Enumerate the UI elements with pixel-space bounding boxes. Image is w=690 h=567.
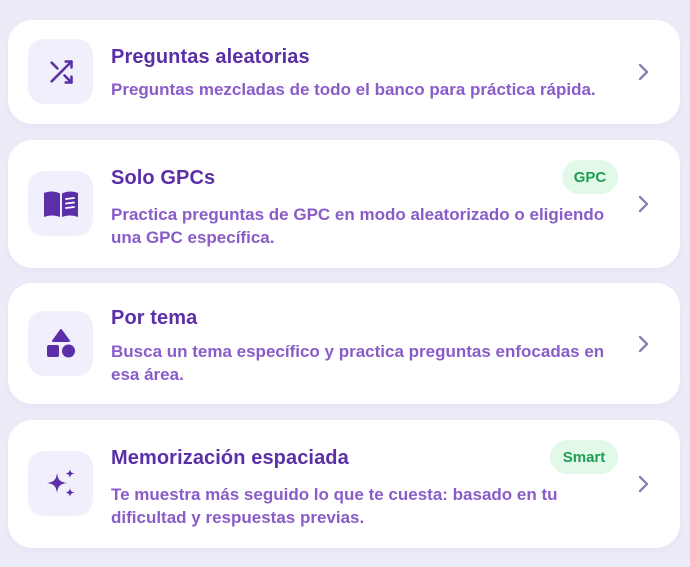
option-card-by-topic[interactable]: Por tema Busca un tema específico y prac… [8, 283, 680, 404]
option-icon-tile [28, 311, 93, 376]
chevron-right-icon [636, 335, 650, 353]
chevron-right-icon [636, 63, 650, 81]
option-title: Memorización espaciada [111, 447, 349, 469]
option-card-random-questions[interactable]: Preguntas aleatorias Preguntas mezcladas… [8, 20, 680, 124]
option-description: Practica preguntas de GPC en modo aleato… [111, 205, 605, 247]
shuffle-icon [49, 59, 73, 84]
option-icon-tile [28, 39, 93, 104]
smart-badge: Smart [550, 440, 618, 474]
option-card-spaced-repetition[interactable]: Memorización espaciada Smart Te muestra … [8, 420, 680, 548]
option-description: Busca un tema específico y practica preg… [111, 342, 605, 384]
shapes-icon [46, 328, 75, 357]
option-description: Te muestra más seguido lo que te cuesta:… [111, 485, 558, 527]
option-title: Por tema [111, 307, 198, 329]
option-icon-tile [28, 451, 93, 516]
book-icon [43, 191, 78, 217]
chevron-right-icon [636, 195, 650, 213]
option-icon-tile [28, 171, 93, 236]
option-title: Preguntas aleatorias [111, 46, 310, 68]
option-title: Solo GPCs [111, 167, 216, 189]
option-description: Preguntas mezcladas de todo el banco par… [111, 80, 596, 99]
chevron-right-icon [636, 475, 650, 493]
sparkles-icon [46, 468, 74, 497]
option-card-gpc-only[interactable]: Solo GPCs GPC Practica preguntas de GPC … [8, 140, 680, 268]
gpc-badge: GPC [562, 160, 618, 194]
practice-mode-list: Preguntas aleatorias Preguntas mezcladas… [0, 0, 690, 567]
